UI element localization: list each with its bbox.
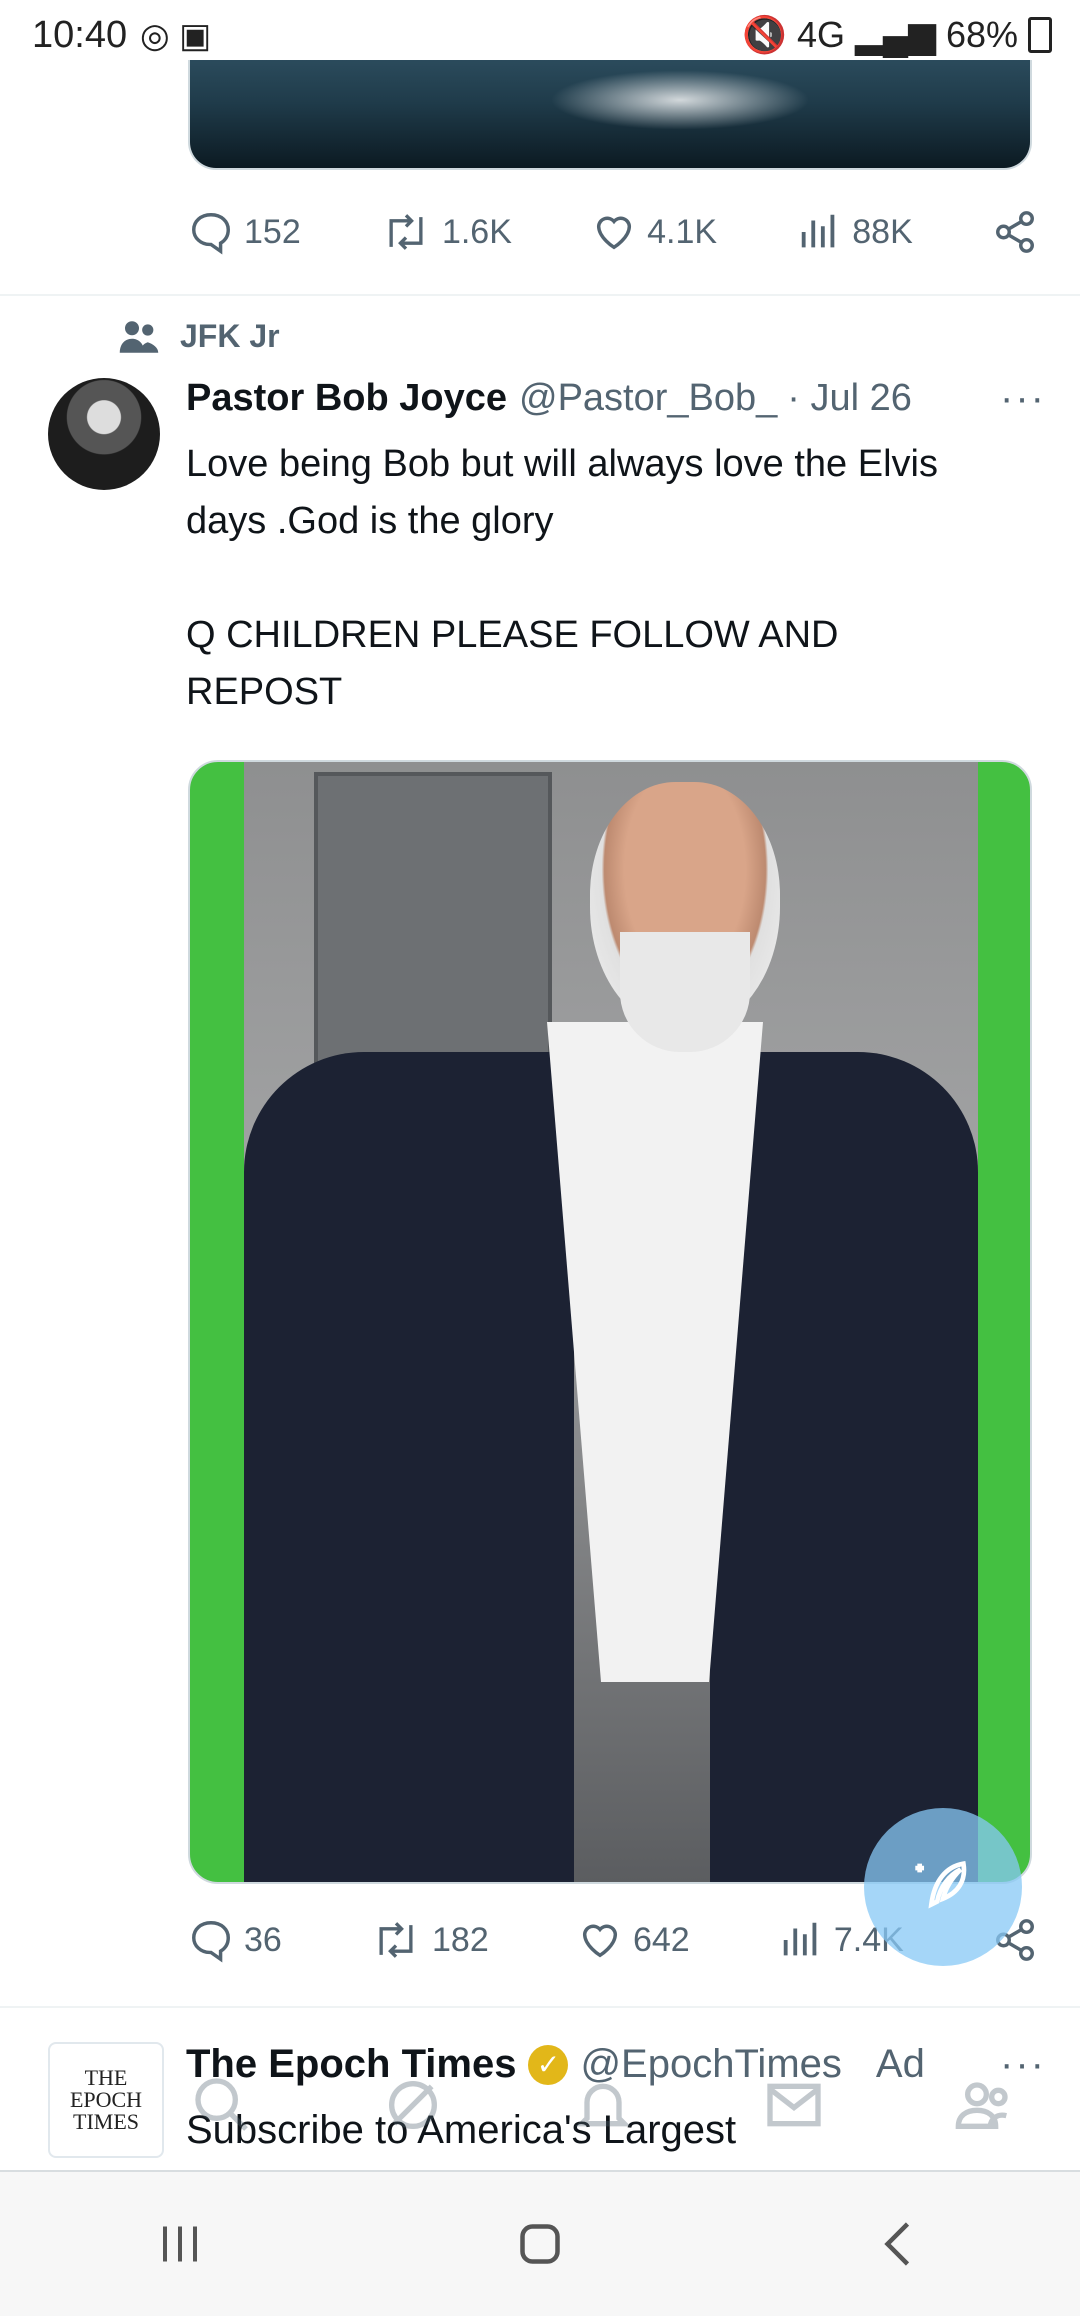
views-icon bbox=[802, 214, 835, 248]
ad-label: Ad bbox=[875, 2042, 925, 2086]
views-icon bbox=[783, 1922, 817, 1956]
previous-tweet-actions: 152 1.6K 4.1K 88K bbox=[188, 202, 1038, 262]
repost-icon bbox=[379, 1922, 413, 1958]
ad-text: Subscribe to America's Largest bbox=[186, 2108, 737, 2152]
status-time: 10:40 bbox=[32, 14, 128, 56]
repost-count: 1.6K bbox=[441, 212, 512, 251]
reply-icon bbox=[192, 213, 230, 255]
reply-icon bbox=[192, 1921, 230, 1963]
repost-button[interactable]: 1.6K bbox=[380, 209, 512, 255]
back-icon[interactable] bbox=[870, 2214, 930, 2274]
views-count: 88K bbox=[852, 212, 913, 251]
context-label: JFK Jr bbox=[180, 318, 280, 354]
compose-button[interactable] bbox=[864, 1808, 1022, 1966]
share-icon bbox=[995, 211, 1034, 253]
like-button[interactable]: 4.1K bbox=[591, 209, 717, 255]
more-options-button[interactable]: ··· bbox=[1000, 376, 1046, 421]
like-button[interactable]: 642 bbox=[577, 1917, 690, 1963]
logo-line-1: THE bbox=[84, 2065, 128, 2090]
status-app-icons: ◎ ▣ bbox=[140, 17, 212, 55]
tweet-media[interactable] bbox=[188, 760, 1032, 1884]
tweet-divider bbox=[0, 294, 1080, 296]
repost-icon bbox=[389, 214, 423, 250]
like-icon bbox=[582, 1924, 617, 1958]
reply-button[interactable]: 36 bbox=[188, 1917, 282, 1963]
battery-level: 68% bbox=[945, 14, 1018, 55]
tweet-date[interactable]: · Jul 26 bbox=[787, 377, 912, 420]
author-name[interactable]: Pastor Bob Joyce bbox=[186, 377, 507, 420]
like-count: 642 bbox=[632, 1920, 690, 1959]
like-count: 4.1K bbox=[647, 212, 718, 251]
recent-apps-icon[interactable] bbox=[150, 2214, 210, 2274]
tweet-context[interactable]: JFK Jr bbox=[118, 318, 280, 355]
views-button[interactable]: 88K bbox=[796, 209, 913, 255]
ad-author-name[interactable]: The Epoch Times bbox=[186, 2042, 516, 2087]
like-icon bbox=[597, 216, 632, 250]
previous-tweet-media[interactable] bbox=[188, 60, 1032, 170]
ad-avatar[interactable]: THE EPOCH TIMES bbox=[48, 2042, 164, 2158]
tweet-divider bbox=[0, 2006, 1080, 2008]
ad-header: The Epoch Times ✓ @EpochTimes Ad ··· bbox=[186, 2042, 1046, 2087]
status-right: 🔇 4G ▂▄▆ 68% bbox=[742, 14, 1052, 56]
avatar[interactable] bbox=[48, 378, 160, 490]
photo bbox=[244, 762, 978, 1882]
ad-author-handle[interactable]: @EpochTimes bbox=[580, 2042, 841, 2087]
verified-badge-icon: ✓ bbox=[528, 2044, 569, 2085]
battery-icon bbox=[1028, 17, 1052, 53]
logo-line-2: EPOCH bbox=[69, 2087, 143, 2112]
system-nav-bar bbox=[0, 2172, 1080, 2316]
tweet-header: Pastor Bob Joyce @Pastor_Bob_ · Jul 26 ·… bbox=[186, 376, 1046, 421]
repost-count: 182 bbox=[432, 1920, 489, 1959]
tweet-text: Love being Bob but will always love the … bbox=[186, 443, 938, 713]
people-icon bbox=[119, 320, 159, 353]
reply-count: 152 bbox=[244, 212, 301, 251]
share-button[interactable] bbox=[992, 209, 1038, 255]
repost-button[interactable]: 182 bbox=[370, 1917, 489, 1963]
signal-icons: 🔇 4G ▂▄▆ bbox=[742, 14, 936, 55]
status-bar: 10:40 ◎ ▣ 🔇 4G ▂▄▆ 68% bbox=[0, 0, 1080, 68]
author-handle[interactable]: @Pastor_Bob_ bbox=[519, 377, 777, 420]
ad-more-options-button[interactable]: ··· bbox=[1000, 2042, 1046, 2087]
reply-button[interactable]: 152 bbox=[188, 209, 301, 255]
home-nav-icon[interactable] bbox=[510, 2214, 570, 2274]
reply-count: 36 bbox=[244, 1920, 282, 1959]
logo-line-3: TIMES bbox=[73, 2109, 139, 2134]
compose-icon bbox=[915, 1860, 967, 1909]
